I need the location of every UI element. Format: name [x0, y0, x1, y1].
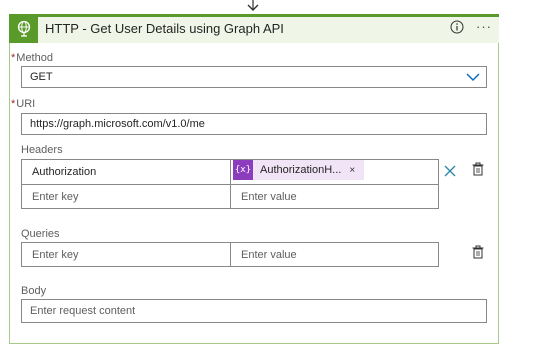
connector-arrow-icon — [247, 0, 259, 11]
method-dropdown[interactable]: GET — [21, 66, 487, 88]
token-remove-icon[interactable]: × — [349, 165, 355, 176]
method-value: GET — [30, 71, 53, 83]
header-value-placeholder: Enter value — [241, 190, 297, 203]
globe-icon — [9, 14, 38, 43]
header-key-placeholder: Enter key — [32, 190, 79, 203]
dynamic-content-token[interactable]: {x} AuthorizationH... × — [233, 160, 364, 180]
headers-label: Headers — [21, 144, 63, 156]
delete-query-row-icon[interactable] — [471, 245, 485, 259]
header-key-input[interactable]: Enter key — [21, 184, 231, 209]
ellipsis-icon[interactable]: ··· — [476, 19, 492, 34]
token-label: AuthorizationH... — [260, 164, 342, 176]
uri-label-text: URI — [16, 98, 36, 110]
query-key-placeholder: Enter key — [32, 248, 79, 261]
body-input[interactable]: Enter request content — [21, 299, 487, 323]
method-label-text: Method — [16, 52, 53, 64]
header-key: Authorization — [32, 166, 97, 178]
uri-value: https://graph.microsoft.com/v1.0/me — [30, 118, 205, 130]
query-key-input[interactable]: Enter key — [21, 242, 231, 267]
query-value-placeholder: Enter value — [241, 248, 297, 261]
info-icon[interactable] — [450, 20, 464, 34]
card-title[interactable]: HTTP - Get User Details using Graph API — [45, 21, 284, 36]
body-label: Body — [21, 285, 47, 297]
uri-input[interactable]: https://graph.microsoft.com/v1.0/me — [21, 113, 487, 135]
method-required-mark: * — [11, 52, 16, 64]
chevron-down-icon[interactable] — [466, 72, 480, 82]
queries-label: Queries — [21, 228, 60, 240]
method-label: *Method — [11, 52, 53, 64]
clear-row-icon[interactable] — [443, 164, 457, 178]
uri-required-mark: * — [11, 98, 16, 110]
header-value-input[interactable]: Enter value — [230, 184, 439, 209]
body-placeholder: Enter request content — [30, 305, 136, 317]
header-key-cell[interactable]: Authorization — [21, 159, 231, 185]
card-header[interactable]: HTTP - Get User Details using Graph API … — [9, 14, 499, 43]
expression-icon: {x} — [233, 160, 253, 180]
delete-row-icon[interactable] — [471, 162, 485, 176]
query-value-input[interactable]: Enter value — [230, 242, 439, 267]
uri-label: *URI — [11, 98, 35, 110]
